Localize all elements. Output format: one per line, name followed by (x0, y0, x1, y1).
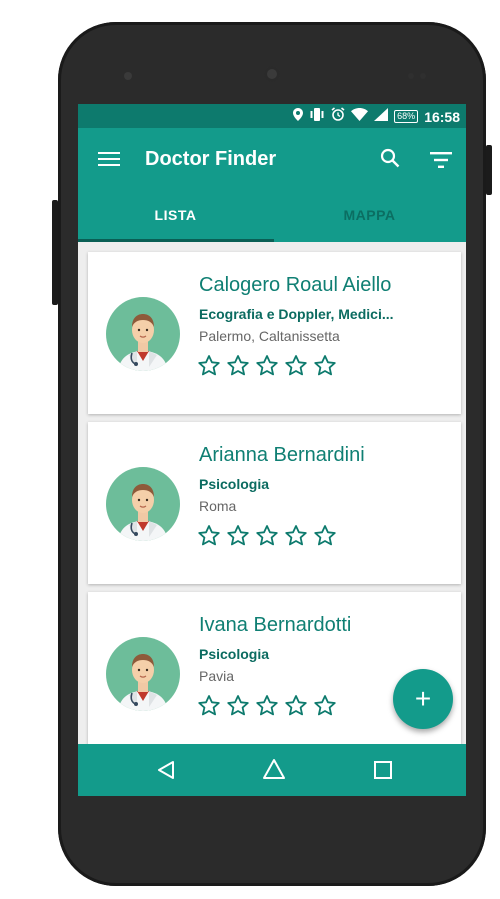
home-icon[interactable] (262, 758, 286, 780)
location-icon (293, 107, 304, 126)
star-icon[interactable] (255, 354, 279, 378)
front-camera (124, 72, 132, 80)
star-icon[interactable] (284, 524, 308, 548)
doctor-name: Ivana Bernardotti (199, 614, 352, 636)
star-icon[interactable] (255, 524, 279, 548)
alarm-icon (331, 107, 345, 126)
filter-icon[interactable] (430, 152, 452, 168)
volume-button (52, 200, 58, 305)
rating-stars[interactable] (197, 524, 337, 548)
doctor-card[interactable]: Calogero Roaul Aiello Ecografia e Dopple… (88, 252, 461, 414)
star-icon[interactable] (284, 354, 308, 378)
doctor-specialty: Psicologia (199, 476, 270, 492)
tab-bar: LISTA MAPPA (78, 188, 466, 242)
screen: 68% 16:58 Doctor Finder LISTA MAPPA Calo… (78, 104, 466, 796)
doctor-specialty: Ecografia e Doppler, Medici... (199, 306, 394, 322)
doctor-location: Pavia (199, 668, 235, 684)
doctor-avatar (106, 467, 180, 541)
hamburger-menu-icon[interactable] (98, 152, 120, 166)
tab-lista[interactable]: LISTA (78, 188, 273, 242)
proximity-sensor (408, 73, 414, 79)
star-icon[interactable] (284, 694, 308, 718)
star-icon[interactable] (226, 694, 250, 718)
doctor-name: Arianna Bernardini (199, 444, 365, 466)
doctor-list[interactable]: Calogero Roaul Aiello Ecografia e Dopple… (78, 242, 466, 744)
doctor-location: Palermo, Caltanissetta (199, 328, 340, 344)
wifi-icon (351, 107, 369, 126)
app-toolbar: Doctor Finder (78, 128, 466, 188)
status-time: 16:58 (424, 108, 460, 125)
doctor-specialty: Psicologia (199, 646, 270, 662)
vibrate-icon (309, 107, 325, 126)
doctor-location: Roma (199, 498, 237, 514)
recent-apps-icon[interactable] (374, 761, 392, 779)
power-button (486, 145, 492, 195)
earpiece-speaker (264, 66, 280, 82)
search-icon[interactable] (380, 148, 400, 168)
light-sensor (420, 73, 426, 79)
star-icon[interactable] (197, 354, 221, 378)
tab-mappa[interactable]: MAPPA (273, 188, 466, 242)
signal-icon (374, 107, 389, 126)
add-button[interactable]: + (393, 669, 453, 729)
star-icon[interactable] (197, 694, 221, 718)
system-nav-bar (78, 744, 466, 796)
back-icon[interactable] (156, 760, 176, 780)
star-icon[interactable] (255, 694, 279, 718)
star-icon[interactable] (313, 694, 337, 718)
star-icon[interactable] (313, 524, 337, 548)
add-icon: + (414, 683, 432, 714)
star-icon[interactable] (226, 524, 250, 548)
battery-icon: 68% (394, 110, 419, 123)
doctor-name: Calogero Roaul Aiello (199, 274, 392, 296)
star-icon[interactable] (197, 524, 221, 548)
rating-stars[interactable] (197, 354, 337, 378)
star-icon[interactable] (226, 354, 250, 378)
rating-stars[interactable] (197, 694, 337, 718)
doctor-avatar (106, 637, 180, 711)
status-bar: 68% 16:58 (78, 104, 466, 128)
app-title: Doctor Finder (145, 148, 277, 170)
doctor-card[interactable]: Arianna Bernardini Psicologia Roma (88, 422, 461, 584)
doctor-avatar (106, 297, 180, 371)
star-icon[interactable] (313, 354, 337, 378)
